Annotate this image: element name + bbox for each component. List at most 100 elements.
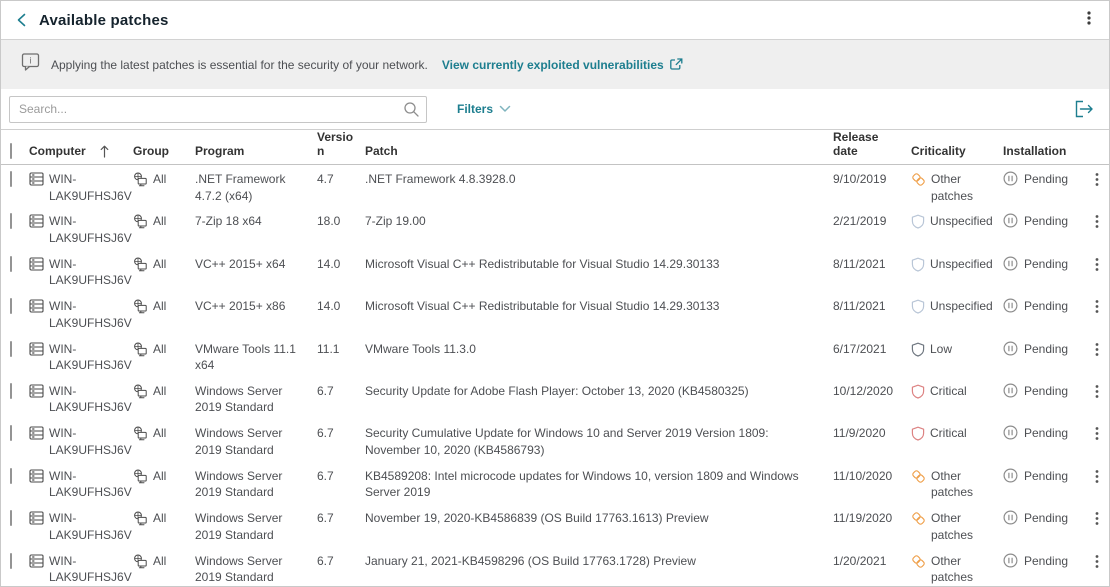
select-all-checkbox[interactable]: [10, 143, 12, 159]
back-button[interactable]: [15, 12, 29, 28]
patch-cell: VMware Tools 11.3.0: [365, 341, 833, 358]
program-cell: Windows Server 2019 Standard: [195, 553, 317, 586]
column-header-program[interactable]: Program: [195, 144, 317, 158]
group-cell: All: [133, 171, 195, 192]
other-patches-icon: [911, 469, 926, 489]
row-menu-button[interactable]: [1091, 256, 1103, 278]
group-name: All: [153, 298, 166, 315]
row-menu-button[interactable]: [1091, 213, 1103, 235]
sort-asc-icon: [100, 145, 109, 158]
filters-label: Filters: [457, 102, 493, 116]
other-patches-icon: [911, 554, 926, 574]
row-menu-button[interactable]: [1091, 553, 1103, 575]
row-checkbox[interactable]: [10, 510, 12, 526]
group-devices-icon: [133, 257, 148, 277]
criticality-label: Other patches: [931, 171, 997, 204]
row-menu-button[interactable]: [1091, 468, 1103, 490]
criticality-label: Critical: [930, 383, 967, 400]
exploited-vulnerabilities-link[interactable]: View currently exploited vulnerabilities: [442, 57, 684, 72]
installation-status: Pending: [1024, 256, 1068, 273]
page-menu-button[interactable]: [1083, 8, 1095, 33]
chevron-down-icon: [499, 105, 511, 113]
table-row: WIN-LAK9UFHSJ6V All Windows Server 2019 …: [1, 419, 1109, 461]
search-input[interactable]: [9, 96, 427, 123]
criticality-cell: Other patches: [911, 171, 1003, 204]
row-checkbox[interactable]: [10, 383, 12, 399]
row-checkbox[interactable]: [10, 341, 12, 357]
group-devices-icon: [133, 511, 148, 531]
criticality-cell: Other patches: [911, 510, 1003, 543]
pending-pause-icon: [1003, 468, 1018, 488]
shield-icon: [911, 257, 925, 277]
computer-cell: WIN-LAK9UFHSJ6V: [29, 468, 133, 501]
svg-text:i: i: [30, 56, 32, 66]
row-menu-button[interactable]: [1091, 171, 1103, 193]
row-checkbox[interactable]: [10, 553, 12, 569]
release-date-cell: 1/20/2021: [833, 553, 911, 570]
program-cell: Windows Server 2019 Standard: [195, 383, 317, 416]
row-checkbox[interactable]: [10, 298, 12, 314]
criticality-label: Low: [930, 341, 952, 358]
row-menu-button[interactable]: [1091, 510, 1103, 532]
column-header-release-date[interactable]: Release date: [833, 130, 911, 158]
program-cell: Windows Server 2019 Standard: [195, 468, 317, 501]
computer-cell: WIN-LAK9UFHSJ6V: [29, 256, 133, 289]
installation-status: Pending: [1024, 553, 1068, 570]
filters-button[interactable]: Filters: [457, 102, 511, 116]
column-header-group[interactable]: Group: [133, 144, 195, 158]
criticality-cell: Critical: [911, 425, 1003, 446]
version-cell: 14.0: [317, 298, 365, 315]
installation-cell: Pending: [1003, 383, 1085, 403]
version-cell: 14.0: [317, 256, 365, 273]
group-devices-icon: [133, 469, 148, 489]
patches-table: Computer Group Program Version Patch Rel…: [1, 129, 1109, 587]
pending-pause-icon: [1003, 298, 1018, 318]
column-header-criticality[interactable]: Criticality: [911, 144, 1003, 158]
column-header-computer[interactable]: Computer: [29, 144, 133, 158]
group-devices-icon: [133, 214, 148, 234]
row-checkbox[interactable]: [10, 468, 12, 484]
release-date-cell: 6/17/2021: [833, 341, 911, 358]
row-menu-button[interactable]: [1091, 298, 1103, 320]
installation-status: Pending: [1024, 341, 1068, 358]
installation-status: Pending: [1024, 468, 1068, 485]
kebab-menu-icon: [1095, 214, 1099, 229]
row-checkbox[interactable]: [10, 425, 12, 441]
select-all-cell: [1, 144, 29, 158]
row-checkbox[interactable]: [10, 213, 12, 229]
table-row: WIN-LAK9UFHSJ6V All VMware Tools 11.1 x6…: [1, 335, 1109, 377]
group-devices-icon: [133, 172, 148, 192]
column-header-installation[interactable]: Installation: [1003, 144, 1085, 158]
server-icon: [29, 469, 44, 488]
criticality-label: Unspecified: [930, 298, 993, 315]
row-menu-button[interactable]: [1091, 383, 1103, 405]
column-header-patch[interactable]: Patch: [365, 144, 833, 158]
row-menu-button[interactable]: [1091, 341, 1103, 363]
pending-pause-icon: [1003, 383, 1018, 403]
column-header-version[interactable]: Version: [317, 130, 365, 158]
patch-cell: KB4589208: Intel microcode updates for W…: [365, 468, 833, 501]
shield-icon: [911, 342, 925, 362]
computer-cell: WIN-LAK9UFHSJ6V: [29, 425, 133, 458]
computer-name: WIN-LAK9UFHSJ6V: [49, 383, 132, 416]
search-box: [9, 96, 427, 123]
server-icon: [29, 554, 44, 573]
server-icon: [29, 299, 44, 318]
release-date-cell: 8/11/2021: [833, 256, 911, 273]
patch-cell: Microsoft Visual C++ Redistributable for…: [365, 256, 833, 273]
kebab-menu-icon: [1095, 384, 1099, 399]
installation-status: Pending: [1024, 425, 1068, 442]
pending-pause-icon: [1003, 171, 1018, 191]
program-cell: VMware Tools 11.1 x64: [195, 341, 317, 374]
row-checkbox[interactable]: [10, 256, 12, 272]
group-devices-icon: [133, 299, 148, 319]
patch-cell: .NET Framework 4.8.3928.0: [365, 171, 833, 188]
criticality-cell: Critical: [911, 383, 1003, 404]
version-cell: 4.7: [317, 171, 365, 188]
group-cell: All: [133, 553, 195, 574]
export-button[interactable]: [1073, 99, 1095, 119]
row-menu-button[interactable]: [1091, 425, 1103, 447]
row-checkbox[interactable]: [10, 171, 12, 187]
group-cell: All: [133, 213, 195, 234]
server-icon: [29, 172, 44, 191]
